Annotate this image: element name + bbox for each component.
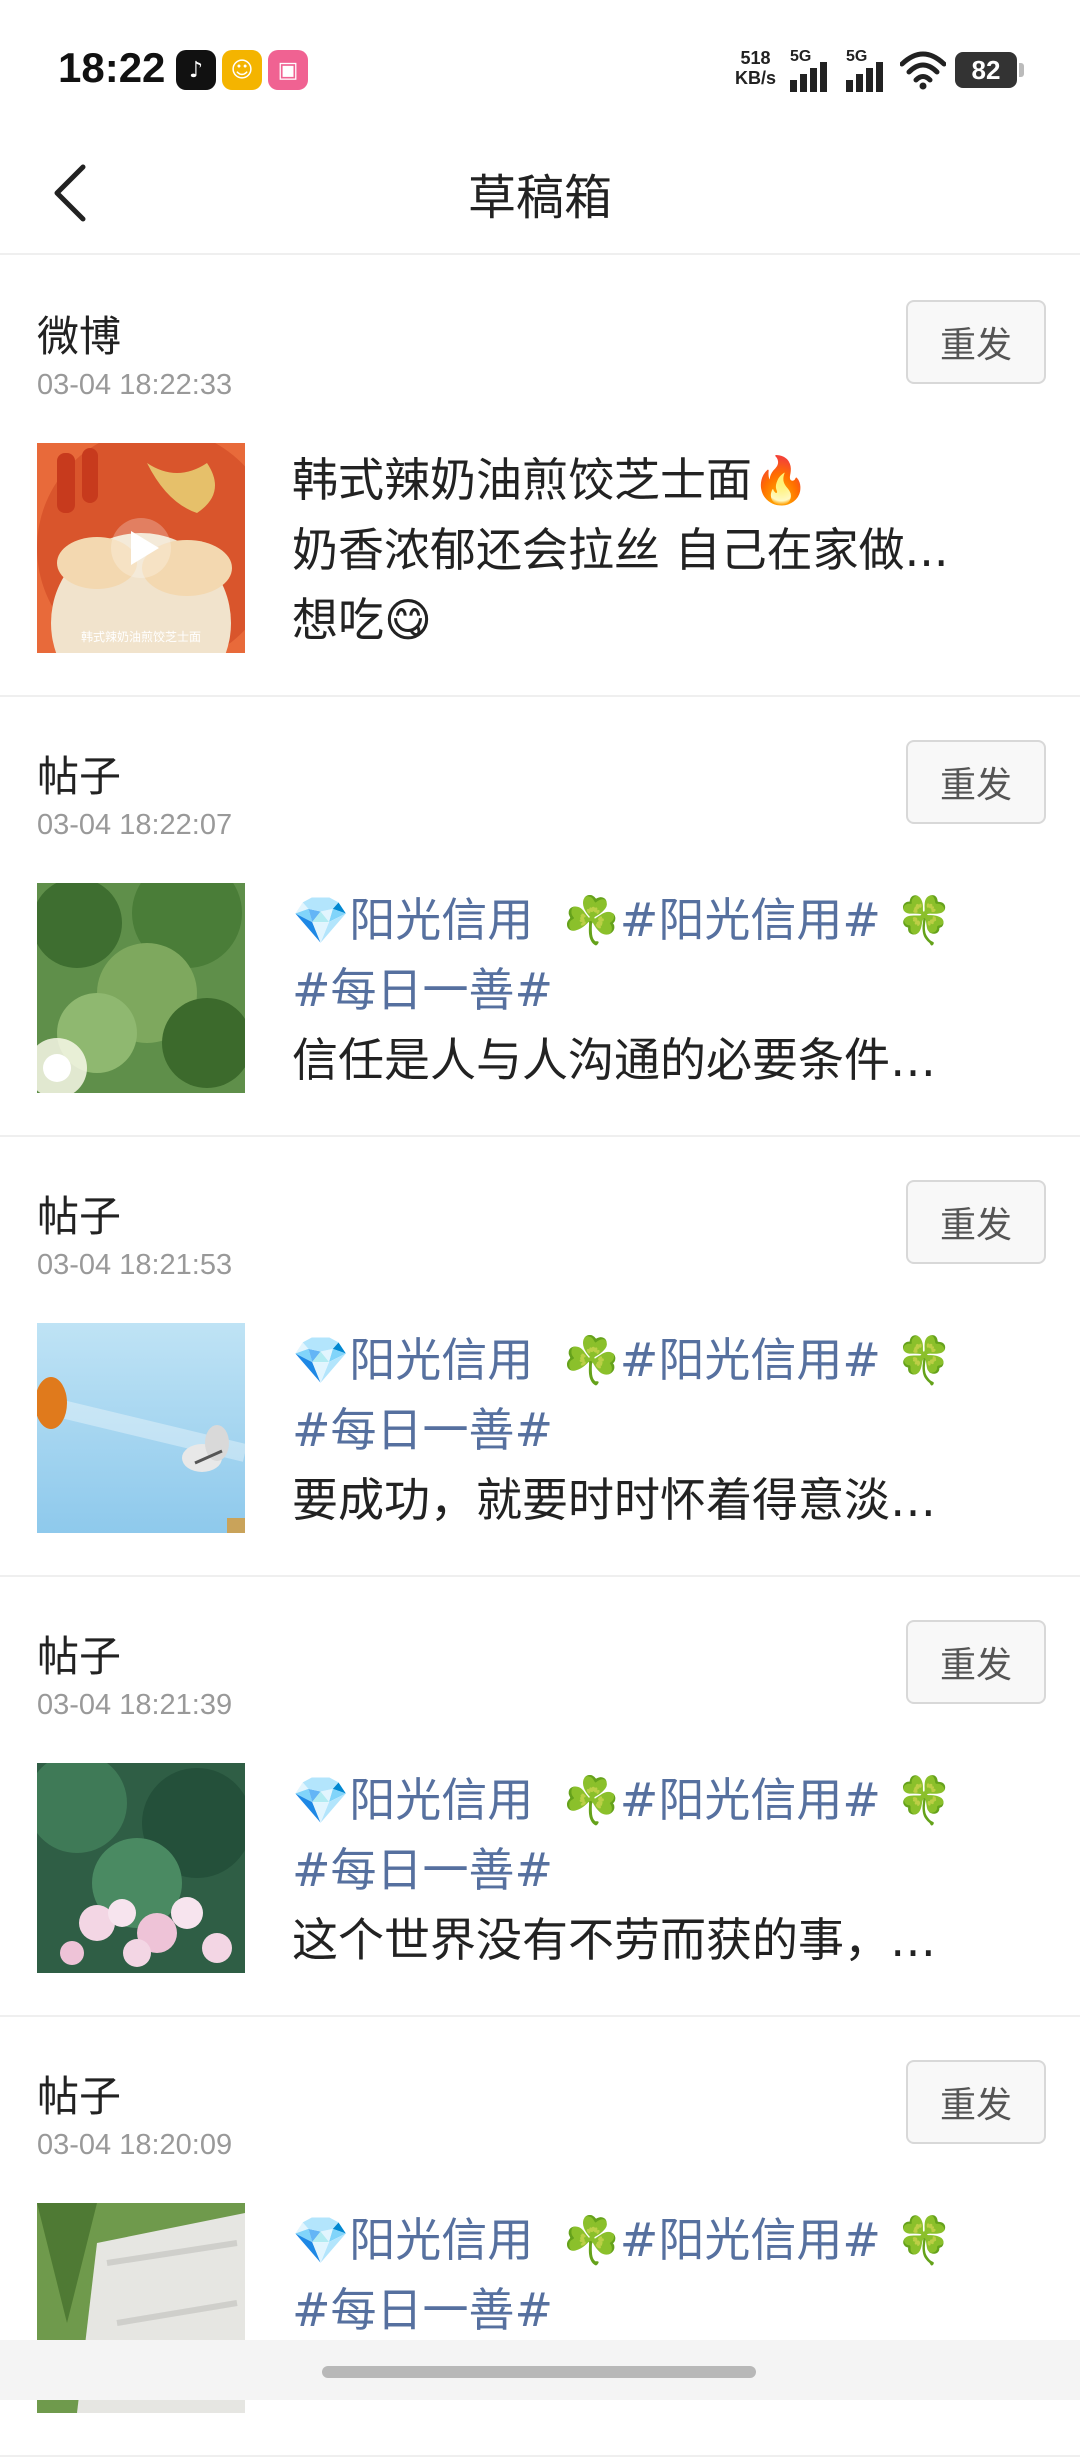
thumb-caption: 韩式辣奶油煎饺芝士面 (81, 629, 201, 644)
tiktok-icon: ♪ (176, 50, 216, 90)
draft-topic-line: 💎阳光信用 ☘️#阳光信用# 🍀 (292, 1765, 1032, 1835)
topic-tag[interactable]: ☘️#阳光信用# 🍀 (563, 2213, 953, 2267)
status-time: 18:22 (58, 44, 166, 91)
draft-thumbnail[interactable] (37, 1323, 245, 1533)
draft-source: 微博 (37, 312, 122, 361)
draft-thumbnail[interactable] (37, 1763, 245, 1973)
topic-tag[interactable]: ☘️#阳光信用# 🍀 (563, 1773, 953, 1827)
topic-tag[interactable]: 💎阳光信用 (292, 1773, 533, 1827)
flowers-thumbnail-image (37, 1763, 245, 1973)
nav-bar: 草稿箱 (0, 130, 1080, 255)
network-speed-value: 518 (740, 48, 771, 68)
draft-source: 帖子 (37, 2072, 122, 2121)
draft-thumbnail[interactable] (37, 883, 245, 1093)
draft-line: 信任是人与人沟通的必要条件… (292, 1033, 936, 1087)
draft-content: 💎阳光信用 ☘️#阳光信用# 🍀 #每日一善# 信任是人与人沟通的必要条件… (292, 885, 1032, 1095)
draft-timestamp: 03-04 18:22:07 (37, 809, 233, 841)
resend-button[interactable]: 重发 (906, 1180, 1046, 1264)
draft-line: 韩式辣奶油煎饺芝士面🔥 (292, 453, 810, 507)
battery-indicator: 82 (955, 52, 1024, 88)
draft-item[interactable]: 帖子 03-04 18:22:07 重发 💎阳光信用 ☘️#阳光信用# 🍀 #每… (0, 697, 1080, 1137)
page-title: 草稿箱 (467, 170, 612, 226)
draft-line: 要成功，就要时时怀着得意淡… (292, 1473, 936, 1527)
network-speed: 518 KB/s (735, 48, 776, 88)
draft-topic-line: 💎阳光信用 ☘️#阳光信用# 🍀 (292, 2205, 1032, 2275)
sim2-label: 5G (846, 48, 868, 65)
draft-thumbnail[interactable]: 韩式辣奶油煎饺芝士面 (37, 443, 245, 653)
topic-tag[interactable]: ☘️#阳光信用# 🍀 (563, 893, 953, 947)
resend-button[interactable]: 重发 (906, 2060, 1046, 2144)
draft-line: 这个世界没有不劳而获的事，… (292, 1913, 936, 1967)
draft-timestamp: 03-04 18:20:09 (37, 2129, 233, 2161)
signal-icon-sim1: 5G (790, 48, 836, 92)
draft-source: 帖子 (37, 1632, 122, 1681)
draft-item[interactable]: 帖子 03-04 18:21:39 重发 💎阳光信用 ☘️#阳光信用# 🍀 #每… (0, 1577, 1080, 2017)
topic-tag[interactable]: #每日一善# (292, 955, 1032, 1025)
status-bar: 18:22 ♪ ☺ ▣ 518 KB/s 5G 5G 82 (0, 0, 1080, 130)
draft-topic-line: 💎阳光信用 ☘️#阳光信用# 🍀 (292, 1325, 1032, 1395)
home-indicator[interactable] (322, 2366, 756, 2378)
draft-item[interactable]: 微博 03-04 18:22:33 重发 韩式辣奶油煎饺芝士面 韩式辣奶油煎饺芝… (0, 257, 1080, 697)
butterfly-thumbnail-image (37, 1323, 245, 1533)
topic-tag[interactable]: ☘️#阳光信用# 🍀 (563, 1333, 953, 1387)
sim1-label: 5G (790, 48, 812, 65)
wifi-icon (900, 51, 946, 90)
tree-thumbnail-image (37, 883, 245, 1093)
food-thumbnail-image: 韩式辣奶油煎饺芝士面 (37, 443, 245, 653)
topic-tag[interactable]: #每日一善# (292, 1835, 1032, 1905)
resend-button[interactable]: 重发 (906, 740, 1046, 824)
draft-topic-line: 💎阳光信用 ☘️#阳光信用# 🍀 (292, 885, 1032, 955)
resend-button[interactable]: 重发 (906, 300, 1046, 384)
draft-timestamp: 03-04 18:21:53 (37, 1249, 233, 1281)
game-app-icon: ☺ (222, 50, 262, 90)
draft-source: 帖子 (37, 752, 122, 801)
bilibili-icon: ▣ (268, 50, 308, 90)
draft-content: 💎阳光信用 ☘️#阳光信用# 🍀 #每日一善# (292, 2205, 1032, 2345)
network-speed-unit: KB/s (735, 68, 777, 88)
draft-line: 想吃😋 (292, 593, 432, 647)
topic-tag[interactable]: 💎阳光信用 (292, 893, 533, 947)
signal-icon-sim2: 5G (846, 48, 892, 92)
draft-list: 微博 03-04 18:22:33 重发 韩式辣奶油煎饺芝士面 韩式辣奶油煎饺芝… (0, 257, 1080, 2457)
draft-item[interactable]: 帖子 03-04 18:21:53 重发 💎阳光信用 ☘️#阳光信用# 🍀 #每… (0, 1137, 1080, 1577)
topic-tag[interactable]: 💎阳光信用 (292, 2213, 533, 2267)
topic-tag[interactable]: 💎阳光信用 (292, 1333, 533, 1387)
draft-content: 💎阳光信用 ☘️#阳光信用# 🍀 #每日一善# 这个世界没有不劳而获的事，… (292, 1765, 1032, 1975)
draft-line: 奶香浓郁还会拉丝 自己在家做... (292, 523, 949, 577)
draft-source: 帖子 (37, 1192, 122, 1241)
draft-content: 韩式辣奶油煎饺芝士面🔥 奶香浓郁还会拉丝 自己在家做... 想吃😋 (292, 445, 1032, 655)
topic-tag[interactable]: #每日一善# (292, 1395, 1032, 1465)
draft-timestamp: 03-04 18:21:39 (37, 1689, 233, 1721)
topic-tag[interactable]: #每日一善# (292, 2275, 1032, 2345)
draft-timestamp: 03-04 18:22:33 (37, 369, 233, 401)
resend-button[interactable]: 重发 (906, 1620, 1046, 1704)
draft-content: 💎阳光信用 ☘️#阳光信用# 🍀 #每日一善# 要成功，就要时时怀着得意淡… (292, 1325, 1032, 1535)
